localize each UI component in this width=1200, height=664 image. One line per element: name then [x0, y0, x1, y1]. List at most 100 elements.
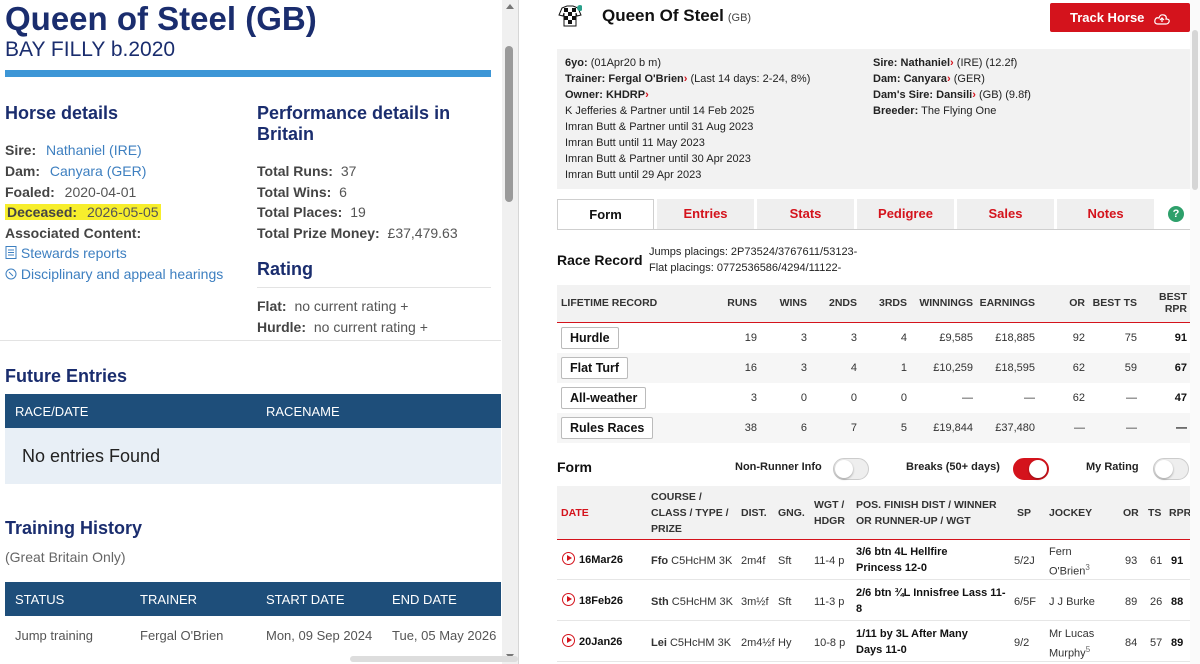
info-left-column: 6yo: (01Apr20 b m) Trainer: Fergal O'Bri… — [565, 57, 810, 185]
horse-name: Queen Of Steel — [602, 6, 724, 25]
my-rating-toggle[interactable] — [1153, 458, 1189, 480]
jockey-silks-icon — [558, 5, 582, 27]
jumps-placings: Jumps placings: 2P73524/3767611/53123- — [649, 246, 858, 258]
col-or: OR — [1069, 297, 1085, 309]
best-ts-cell: 75 — [1124, 332, 1137, 344]
trainer-link[interactable]: Fergal O'Brien — [608, 73, 683, 85]
tab-pedigree[interactable]: Pedigree — [857, 199, 954, 229]
col-dist: DIST. — [741, 507, 767, 519]
thirds-cell: 0 — [900, 392, 907, 404]
help-icon[interactable]: ? — [1168, 206, 1184, 222]
deceased-label: Deceased: — [7, 204, 78, 220]
col-course-2: CLASS / TYPE / — [651, 507, 729, 519]
course-code[interactable]: Ffo — [651, 555, 668, 567]
runs-cell: 38 — [744, 422, 757, 434]
performance-heading: Performance details in Britain — [257, 103, 451, 144]
col-winnings: WINNINGS — [919, 297, 973, 309]
breaks-toggle[interactable] — [1013, 458, 1049, 480]
earnings-cell: £18,885 — [995, 332, 1035, 344]
race-rpr: 88 — [1171, 596, 1184, 608]
race-rpr: 89 — [1171, 637, 1184, 649]
table-row[interactable]: 16Mar26 Ffo C5HcHM 3K 2m4f Sft 11-4 p 3/… — [557, 540, 1200, 580]
my-rating-label: My Rating — [1086, 461, 1139, 473]
hurdle-rating-row: Hurdle: no current rating + — [257, 319, 428, 335]
dam-link[interactable]: Canyara — [904, 73, 947, 85]
course-code[interactable]: Sth — [651, 596, 669, 608]
tab-entries[interactable]: Entries — [657, 199, 754, 229]
jockey-line1[interactable]: J J Burke — [1049, 594, 1095, 610]
earnings-cell: £18,595 — [995, 362, 1035, 374]
disciplinary-hearings-link[interactable]: Disciplinary and appeal hearings — [5, 266, 223, 282]
no-entries-text: No entries Found — [22, 446, 161, 466]
record-type-hurdle[interactable]: Hurdle — [561, 327, 619, 349]
table-row[interactable]: 20Jan26 Lei C5HcHM 3K 2m4½f Hy 10-8 p 1/… — [557, 622, 1200, 662]
play-video-icon[interactable] — [562, 634, 575, 647]
non-runner-toggle[interactable] — [833, 458, 869, 480]
track-horse-button[interactable]: Track Horse — [1050, 3, 1190, 32]
race-class: C5HcHM 3K — [669, 637, 732, 649]
col-lifetime-record: LIFETIME RECORD — [561, 297, 658, 309]
jockey-name: O'Brien — [1049, 565, 1086, 578]
earnings-cell: £37,480 — [995, 422, 1035, 434]
owner-history-item: Imran Butt until 11 May 2023 — [565, 137, 705, 149]
scroll-up-arrow-icon[interactable] — [506, 4, 514, 9]
race-ts: 26 — [1150, 596, 1163, 608]
race-dist: 2m4½f — [741, 637, 775, 649]
left-scrollbar-thumb[interactable] — [505, 46, 513, 202]
total-places-value: 19 — [350, 204, 366, 220]
horizontal-scrollbar-thumb[interactable] — [350, 656, 518, 662]
record-type-flat-turf[interactable]: Flat Turf — [561, 357, 629, 379]
owner-history-item: K Jefferies & Partner until 14 Feb 2025 — [565, 105, 755, 117]
race-result-line1: 2/6 btn ¾L Innisfree Lass 11- — [856, 587, 1006, 599]
tab-sales[interactable]: Sales — [957, 199, 1054, 229]
training-status: Jump training — [15, 628, 94, 643]
hurdle-rating-value[interactable]: no current rating + — [314, 319, 428, 335]
tab-stats[interactable]: Stats — [757, 199, 854, 229]
col-course: COURSE / — [651, 491, 702, 503]
owner-link[interactable]: KHDRP — [606, 89, 645, 101]
foaled-label: Foaled: — [5, 184, 55, 200]
table-row: Rules Races 38 6 7 5 £19,844 £37,480 — —… — [557, 413, 1190, 443]
dam-detail: (GER) — [953, 73, 985, 85]
training-start: Mon, 09 Sep 2024 — [266, 628, 373, 643]
table-row[interactable]: 18Feb26 Sth C5HcHM 3K 3m½f Sft 11-3 p 2/… — [557, 581, 1200, 621]
tabs-underline — [557, 229, 1190, 230]
flat-rating-value[interactable]: no current rating + — [294, 298, 408, 314]
record-type-rules-races[interactable]: Rules Races — [561, 417, 654, 439]
sire-link[interactable]: Nathaniel — [901, 57, 951, 69]
sire-label: Sire: — [873, 57, 898, 69]
table-row: Hurdle 19 3 3 4 £9,585 £18,885 92 75 91 — [557, 323, 1190, 353]
tab-form[interactable]: Form — [557, 199, 654, 230]
tab-notes[interactable]: Notes — [1057, 199, 1154, 229]
best-rpr-cell: 67 — [1174, 362, 1187, 374]
jockey-line1[interactable]: Mr Lucas — [1049, 626, 1094, 642]
race-course-class: Lei C5HcHM 3K — [651, 635, 731, 651]
jockey-line2[interactable]: O'Brien3 — [1049, 560, 1090, 580]
horse-profile-pane: Queen of Steel (GB) BAY FILLY b.2020 Hor… — [0, 0, 518, 664]
jockey-line2[interactable]: Murphy5 — [1049, 642, 1090, 662]
race-weight: 10-8 p — [814, 637, 846, 649]
race-result-line2: 8 — [856, 603, 863, 615]
col-racename: RACENAME — [266, 404, 340, 419]
race-date[interactable]: 20Jan26 — [579, 634, 622, 650]
record-type-all-weather[interactable]: All-weather — [561, 387, 647, 409]
col-going: GNG. — [778, 507, 805, 519]
play-video-icon[interactable] — [562, 552, 575, 565]
dam-link[interactable]: Canyara (GER) — [50, 163, 146, 179]
gavel-icon — [5, 268, 17, 280]
damsire-link[interactable]: Dansili — [936, 89, 972, 101]
wins-cell: 3 — [800, 332, 807, 344]
horse-name-title: Queen Of Steel (GB) — [602, 6, 751, 26]
sire-link[interactable]: Nathaniel (IRE) — [46, 142, 142, 158]
play-video-icon[interactable] — [562, 593, 575, 606]
col-rpr: RPR — [1164, 303, 1187, 315]
race-date[interactable]: 18Feb26 — [579, 593, 623, 609]
right-scrollbar-thumb[interactable] — [1192, 30, 1198, 190]
total-prize-row: Total Prize Money: £37,479.63 — [257, 225, 458, 241]
jockey-claim: 5 — [1085, 645, 1091, 654]
jockey-line1[interactable]: Fern — [1049, 544, 1072, 560]
race-date[interactable]: 16Mar26 — [579, 552, 623, 568]
deceased-value: 2026-05-05 — [86, 204, 159, 220]
stewards-reports-link[interactable]: Stewards reports — [5, 245, 127, 261]
course-code[interactable]: Lei — [651, 637, 667, 649]
